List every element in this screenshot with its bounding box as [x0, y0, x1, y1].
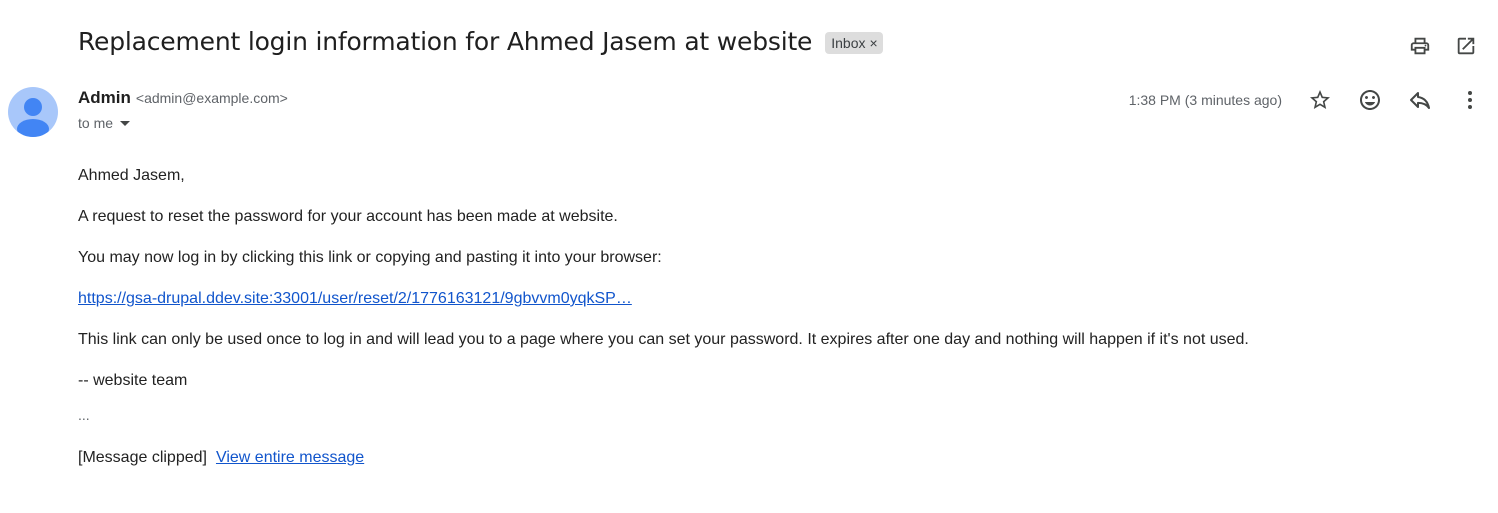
body-paragraph: A request to reset the password for your… — [78, 208, 618, 225]
top-actions — [1408, 34, 1478, 58]
inbox-label-chip[interactable]: Inbox × — [825, 31, 883, 54]
chevron-down-icon — [120, 120, 131, 126]
sender-avatar[interactable] — [8, 87, 58, 137]
message-body: Ahmed Jasem, A request to reset the pass… — [78, 166, 1478, 467]
more-vert-icon[interactable] — [1458, 88, 1482, 112]
label-text: Inbox — [831, 34, 866, 51]
email-subject: Replacement login information for Ahmed … — [78, 27, 813, 56]
body-paragraph: This link can only be used once to log i… — [78, 331, 1249, 348]
clipped-text: [Message clipped] — [78, 449, 207, 466]
sender-email: <admin@example.com> — [135, 90, 288, 106]
body-paragraph: You may now log in by clicking this link… — [78, 249, 662, 266]
remove-label-button[interactable]: × — [870, 35, 878, 51]
reply-icon[interactable] — [1408, 88, 1432, 112]
recipient-details-toggle[interactable]: to me — [78, 115, 288, 131]
show-trimmed-content-button[interactable]: ... — [78, 408, 1478, 422]
clipped-notice: [Message clipped] View entire message — [78, 448, 1478, 467]
print-icon[interactable] — [1408, 34, 1432, 58]
star-icon[interactable] — [1308, 88, 1332, 112]
subject-row: Replacement login information for Ahmed … — [78, 27, 883, 56]
signature: -- website team — [78, 372, 188, 389]
view-entire-message-link[interactable]: View entire message — [216, 448, 364, 467]
reset-password-link[interactable]: https://gsa-drupal.ddev.site:33001/user/… — [78, 290, 632, 307]
recipient-text: to me — [78, 115, 114, 131]
sender-name[interactable]: Admin — [78, 88, 131, 108]
email-view: Replacement login information for Ahmed … — [0, 0, 1498, 513]
emoji-react-icon[interactable] — [1358, 88, 1382, 112]
message-meta: 1:38 PM (3 minutes ago) — [1129, 88, 1482, 112]
greeting: Ahmed Jasem, — [78, 167, 185, 184]
open-in-new-window-icon[interactable] — [1454, 34, 1478, 58]
person-avatar-icon — [17, 98, 49, 137]
sender-block: Admin <admin@example.com> to me — [78, 88, 288, 131]
timestamp: 1:38 PM (3 minutes ago) — [1128, 92, 1282, 108]
